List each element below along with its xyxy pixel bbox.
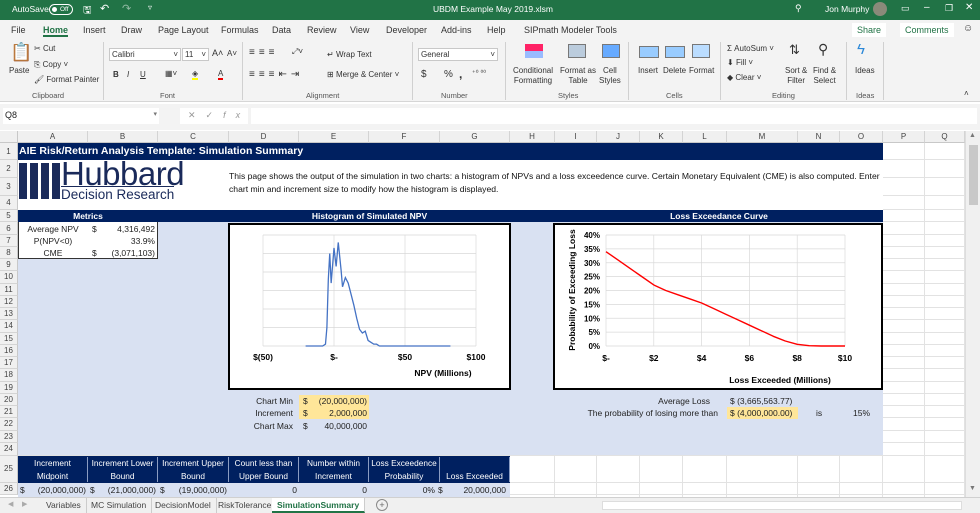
horizontal-scrollbar[interactable] (602, 501, 962, 510)
chart-input-label: Chart Max (253, 420, 293, 431)
add-sheet-button[interactable]: + (376, 499, 388, 511)
table-column-header[interactable]: Count less than Upper Bound (229, 457, 299, 482)
chart-input-value[interactable]: 40,000,000 (309, 420, 369, 432)
table-cell[interactable]: 0% (369, 484, 435, 496)
table-cell[interactable]: 0 (299, 484, 367, 496)
sheet-tab-mc-simulation[interactable]: MC Simulation (86, 498, 153, 513)
chart-input-label: Chart Min (256, 396, 293, 406)
scroll-down-icon[interactable]: ▼ (969, 485, 976, 492)
chart-input-currency: $ (299, 407, 309, 420)
table-column-header[interactable]: Loss Exceeded (440, 457, 510, 482)
tab-scroll-left-icon[interactable]: ◀ (8, 500, 13, 508)
probability-label: The probability of losing more than (587, 408, 718, 418)
loss-threshold-input[interactable]: $ (4,000,000.00) (727, 407, 798, 419)
table-cell[interactable]: (21,000,000) (95, 484, 156, 496)
table-column-header[interactable]: Increment Lower Bound (88, 457, 158, 482)
table-column-header[interactable]: Number within Increment (299, 457, 369, 482)
x-tick-label: $- (602, 353, 610, 363)
x-axis-title: Loss Exceeded (Millions) (729, 375, 831, 385)
header-line: Number within (306, 458, 361, 468)
chart-input-currency: $ (299, 395, 309, 407)
table-column-header[interactable]: Increment Upper Bound (158, 457, 229, 482)
y-tick-label: 35% (584, 245, 600, 254)
header-line: Loss Exceeded (446, 470, 503, 481)
table-cell[interactable]: (20,000,000) (25, 484, 86, 496)
y-tick-label: 30% (584, 259, 600, 268)
header-line: Upper Bound (239, 470, 288, 481)
x-tick-label: $4 (697, 353, 707, 363)
y-tick-label: 25% (584, 273, 600, 282)
probability-value[interactable]: 15% (840, 407, 870, 419)
loss-chart-svg: 0% 5% 10% 15% 20% 25% 30% 35% 40% $- $2 $4 $6 $8 $10 Lo… (567, 229, 852, 385)
tab-scroll-right-icon[interactable]: ▶ (22, 500, 27, 508)
chart-input-currency: $ (303, 420, 308, 431)
table-cell[interactable]: 0 (229, 484, 297, 496)
y-tick-label: 40% (584, 231, 600, 240)
average-loss-value[interactable]: $ (3,665,563.77) (730, 395, 792, 407)
table-column-header[interactable]: Increment Midpoint (18, 457, 88, 482)
x-tick-label: $10 (838, 353, 852, 363)
vertical-scrollbar[interactable]: ▲ ▼ (965, 131, 980, 497)
table-cell[interactable]: (19,000,000) (165, 484, 227, 496)
y-tick-label: 15% (584, 300, 600, 309)
scroll-up-icon[interactable]: ▲ (969, 132, 976, 139)
y-tick-label: 20% (584, 287, 600, 296)
header-line (440, 457, 509, 470)
is-label: is (816, 408, 823, 418)
y-tick-label: 0% (588, 342, 600, 351)
table-column-header[interactable]: Loss Exceedence Probability (369, 457, 440, 482)
table-cell[interactable]: 20,000,000 (445, 484, 506, 496)
y-axis-title: Probability of Exceeding Loss (567, 229, 577, 351)
header-line: Count less than (234, 458, 293, 468)
x-tick-label: $2 (649, 353, 659, 363)
chart-input-value[interactable]: (20,000,000) (309, 395, 369, 407)
scroll-thumb[interactable] (969, 145, 978, 205)
sheet-tab-risktolerance[interactable]: RiskTolerance (213, 498, 278, 513)
sheet-tabs-bar: ◀ ▶ Variables MC Simulation DecisionModel R… (0, 497, 980, 513)
table-cell[interactable]: $ (438, 484, 443, 496)
header-line: Increment Lower (91, 458, 154, 468)
y-tick-label: 10% (584, 314, 600, 323)
header-line: Increment (315, 470, 352, 481)
header-line: Probability (384, 470, 424, 481)
header-line: Bound (181, 470, 205, 481)
x-tick-label: $6 (745, 353, 755, 363)
x-tick-label: $8 (792, 353, 802, 363)
sheet-tab-decisionmodel[interactable]: DecisionModel (150, 498, 217, 513)
sheet-tab-variables[interactable]: Variables (41, 498, 87, 513)
header-line: Bound (110, 470, 135, 481)
header-line: Loss Exceedence (371, 458, 437, 468)
sheet-tab-simulationsummary[interactable]: SimulationSummary (272, 498, 366, 513)
header-line: Increment Upper (162, 458, 224, 468)
chart-input-value[interactable]: 2,000,000 (309, 407, 369, 420)
header-line: Increment (34, 458, 71, 468)
y-tick-label: 5% (588, 328, 600, 337)
header-line: Midpoint (36, 470, 69, 481)
average-loss-label: Average Loss (658, 396, 710, 406)
chart-input-label: Increment (255, 408, 293, 419)
